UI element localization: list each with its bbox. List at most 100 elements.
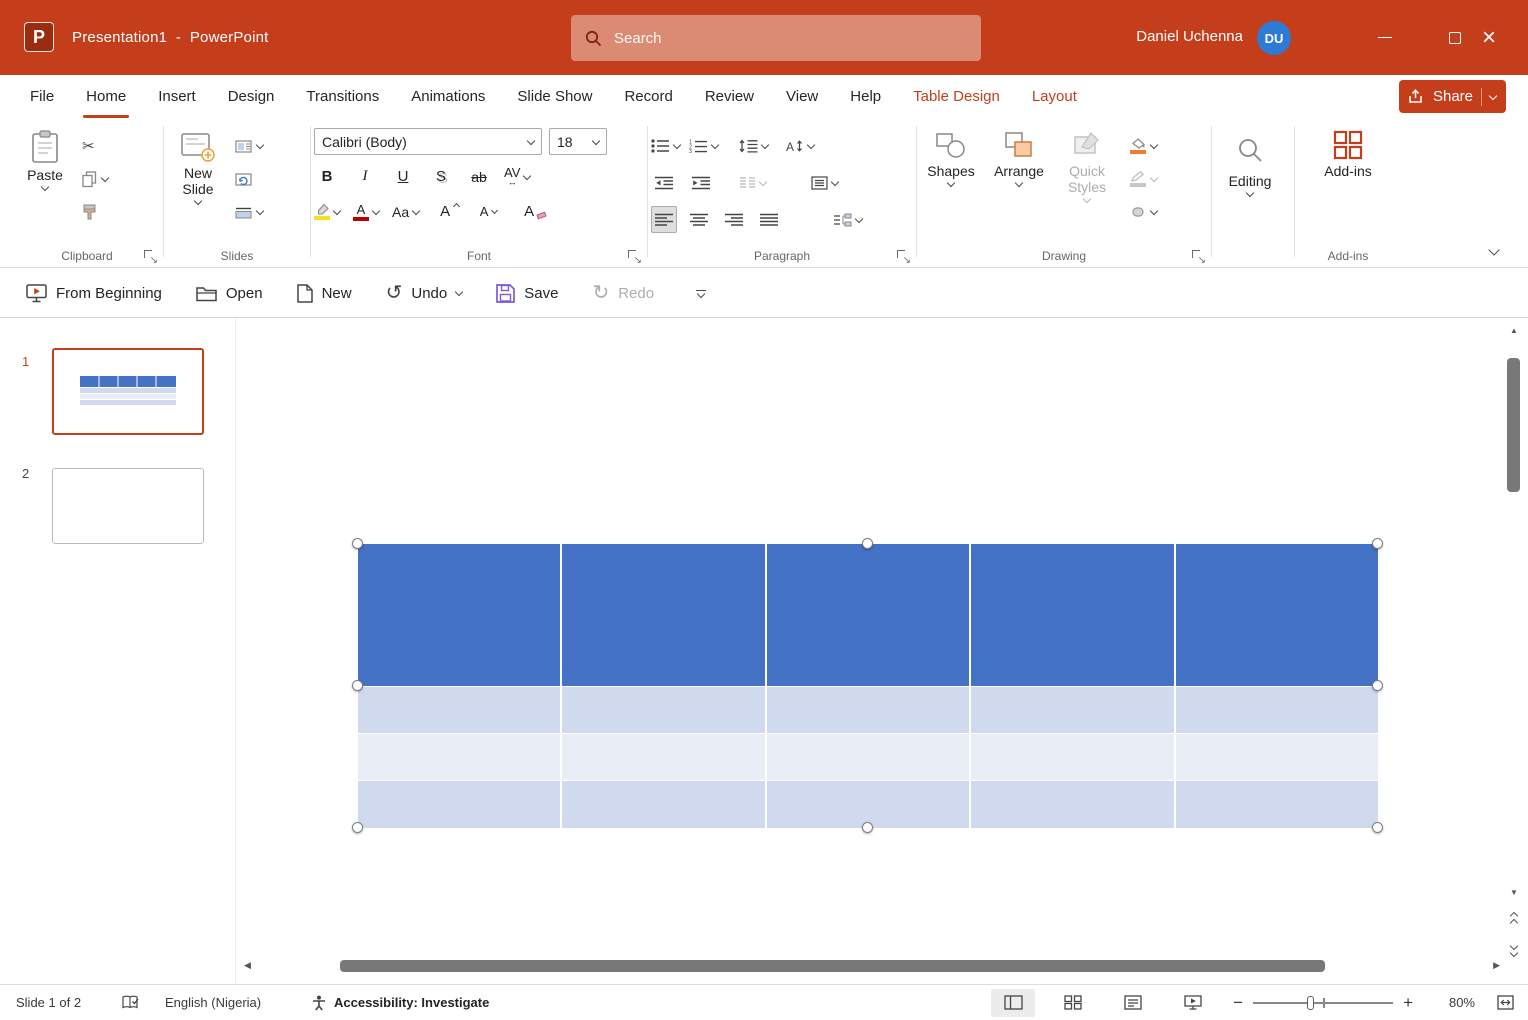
editing-button[interactable]: Editing (1215, 124, 1285, 243)
decrease-indent-button[interactable] (651, 169, 677, 196)
table[interactable] (358, 544, 1378, 828)
selection-handle-middle-left[interactable] (352, 680, 363, 691)
clear-formatting-button[interactable]: A (516, 198, 542, 225)
cut-button[interactable]: ✂ (82, 134, 108, 158)
fit-slide-to-window-button[interactable] (1497, 995, 1514, 1010)
increase-font-size-button[interactable]: A (432, 198, 458, 225)
shape-effects-button[interactable] (1130, 200, 1157, 224)
undo-button[interactable]: ↺ Undo (386, 283, 463, 303)
clipboard-dialog-launcher[interactable] (144, 250, 156, 262)
vertical-scrollbar-thumb[interactable] (1507, 358, 1520, 492)
bullets-button[interactable] (651, 132, 680, 159)
tab-slide-show[interactable]: Slide Show (501, 75, 608, 118)
text-shadow-button[interactable]: S (428, 163, 454, 190)
selection-handle-middle-right[interactable] (1372, 680, 1383, 691)
align-text-button[interactable] (811, 169, 838, 196)
horizontal-scrollbar[interactable]: ◀ ▶ (244, 958, 1500, 974)
table-cell[interactable] (1176, 544, 1378, 686)
zoom-slider[interactable] (1253, 995, 1393, 1011)
line-spacing-button[interactable] (739, 132, 768, 159)
tab-record[interactable]: Record (608, 75, 688, 118)
change-case-button[interactable]: Aa (392, 198, 419, 225)
slide-1-thumbnail[interactable] (52, 348, 204, 435)
collapse-ribbon-button[interactable] (1490, 241, 1498, 259)
font-name-combo[interactable]: Calibri (Body) (314, 128, 542, 155)
align-right-button[interactable] (721, 206, 747, 233)
shapes-button[interactable]: Shapes (920, 124, 982, 243)
bold-button[interactable]: B (314, 163, 340, 190)
open-button[interactable]: Open (196, 285, 263, 302)
slide-canvas[interactable] (236, 318, 1528, 984)
text-highlight-button[interactable] (314, 198, 340, 225)
language-selector[interactable]: English (Nigeria) (165, 995, 293, 1010)
vertical-scrollbar[interactable]: ▲ ▼ (1507, 324, 1521, 976)
selection-handle-bottom-left[interactable] (352, 822, 363, 833)
tab-view[interactable]: View (770, 75, 834, 118)
zoom-out-button[interactable]: − (1233, 994, 1243, 1011)
slide-indicator[interactable]: Slide 1 of 2 (16, 995, 112, 1010)
font-color-button[interactable]: A (353, 198, 379, 225)
horizontal-scrollbar-thumb[interactable] (340, 960, 1325, 972)
table-cell[interactable] (358, 687, 560, 733)
table-cell[interactable] (767, 781, 969, 828)
underline-button[interactable]: U (390, 163, 416, 190)
drawing-dialog-launcher[interactable] (1192, 250, 1204, 262)
table-cell[interactable] (1176, 734, 1378, 780)
reset-slide-button[interactable] (235, 167, 263, 191)
slide-sorter-view-button[interactable] (1051, 989, 1095, 1017)
zoom-level[interactable]: 80% (1431, 995, 1475, 1010)
selection-handle-top-right[interactable] (1372, 538, 1383, 549)
redo-button[interactable]: ↻ Redo (592, 283, 654, 303)
slide-layout-button[interactable] (235, 134, 263, 158)
new-button[interactable]: New (297, 284, 352, 303)
table-cell[interactable] (562, 734, 764, 780)
italic-button[interactable]: I (352, 163, 378, 190)
search-box[interactable] (571, 15, 981, 61)
search-input[interactable] (614, 30, 967, 47)
section-button[interactable] (235, 200, 263, 224)
font-dialog-launcher[interactable] (628, 250, 640, 262)
addins-button[interactable]: Add-ins (1313, 124, 1383, 243)
table-cell[interactable] (971, 781, 1173, 828)
next-slide-button[interactable] (1507, 942, 1521, 956)
new-slide-button[interactable]: New Slide (167, 124, 229, 243)
scroll-left-button[interactable]: ◀ (244, 960, 251, 971)
decrease-font-size-button[interactable]: A (471, 198, 497, 225)
tab-file[interactable]: File (14, 75, 70, 118)
chevron-down-icon[interactable] (1489, 91, 1497, 99)
close-button[interactable]: × (1466, 0, 1512, 75)
format-painter-button[interactable] (82, 200, 108, 224)
previous-slide-button[interactable] (1507, 912, 1521, 926)
table-cell[interactable] (971, 734, 1173, 780)
numbering-button[interactable]: 1 2 3 (689, 132, 718, 159)
table-cell[interactable] (1176, 687, 1378, 733)
reading-view-button[interactable] (1111, 989, 1155, 1017)
tab-table-design[interactable]: Table Design (897, 75, 1016, 118)
tab-help[interactable]: Help (834, 75, 897, 118)
table-cell[interactable] (767, 544, 969, 686)
from-beginning-button[interactable]: From Beginning (26, 284, 162, 303)
shape-outline-button[interactable] (1130, 167, 1157, 191)
selection-handle-bottom-center[interactable] (862, 822, 873, 833)
add-remove-columns-button[interactable] (739, 169, 766, 196)
table-cell[interactable] (1176, 781, 1378, 828)
align-left-button[interactable] (651, 206, 677, 233)
share-button[interactable]: Share (1399, 80, 1506, 113)
quick-styles-button[interactable]: Quick Styles (1056, 124, 1118, 243)
tab-insert[interactable]: Insert (142, 75, 212, 118)
table-cell[interactable] (562, 544, 764, 686)
tab-layout[interactable]: Layout (1016, 75, 1093, 118)
table-cell[interactable] (358, 734, 560, 780)
table-cell[interactable] (971, 544, 1173, 686)
table-cell[interactable] (562, 781, 764, 828)
convert-to-smartart-button[interactable] (833, 206, 862, 233)
accessibility-checker[interactable]: Accessibility: Investigate (311, 995, 489, 1011)
toolbar-overflow-button[interactable] (696, 290, 706, 297)
tab-design[interactable]: Design (212, 75, 291, 118)
spell-check-button[interactable] (122, 995, 139, 1010)
selection-handle-bottom-right[interactable] (1372, 822, 1383, 833)
tab-review[interactable]: Review (689, 75, 770, 118)
font-size-combo[interactable]: 18 (549, 128, 607, 155)
tab-animations[interactable]: Animations (395, 75, 501, 118)
shape-fill-button[interactable] (1130, 134, 1157, 158)
